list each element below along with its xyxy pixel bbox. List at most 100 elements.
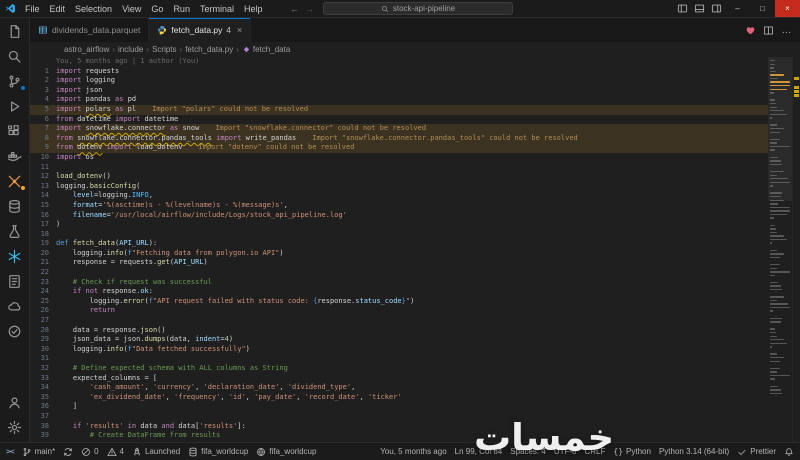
maximize-button[interactable]: □ xyxy=(750,0,775,17)
remote-icon: >< xyxy=(6,447,15,456)
python-interpreter[interactable]: Python 3.14 (64-bit) xyxy=(655,443,733,460)
status-label: Ln 99, Col 64 xyxy=(454,447,503,456)
code-line-38: 38 if 'results' in data and data['result… xyxy=(30,422,768,432)
launch-status[interactable]: Launched xyxy=(128,443,184,460)
breadcrumb: astro_airflow › include › Scripts › fetch_data… xyxy=(30,42,800,57)
code-text: from datetime import datetime xyxy=(56,114,179,123)
menu-selection[interactable]: Selection xyxy=(70,0,117,17)
minimize-button[interactable]: – xyxy=(725,0,750,17)
menu-help[interactable]: Help xyxy=(239,0,268,17)
code-line-5: 5 import polars as pl Import "polars" coul… xyxy=(30,104,768,115)
blame-status[interactable]: You, 5 months ago xyxy=(376,443,450,460)
problems-warnings[interactable]: 4 xyxy=(103,443,128,460)
problems-errors[interactable]: 0 xyxy=(77,443,102,460)
database-icon xyxy=(7,199,22,214)
toggle-panel-button[interactable] xyxy=(691,0,708,17)
notifications-bell[interactable] xyxy=(780,443,798,460)
activity-gear[interactable] xyxy=(0,415,30,440)
activity-cloud[interactable] xyxy=(0,294,30,319)
status-label: 0 xyxy=(94,447,99,456)
menu-go[interactable]: Go xyxy=(146,0,168,17)
code-line-33: 33 expected_columns = [ xyxy=(30,374,768,384)
indentation[interactable]: Spaces: 4 xyxy=(506,443,550,460)
code-editor[interactable]: You, 5 months ago | 1 author (You) 1 impor… xyxy=(30,57,768,442)
status-label: main* xyxy=(34,447,56,456)
line-number: 21 xyxy=(40,258,49,267)
toggle-secondary-sidebar-button[interactable] xyxy=(708,0,725,17)
search-icon xyxy=(381,5,389,13)
nav-back-icon[interactable]: ← xyxy=(287,4,302,14)
activity-airflow[interactable] xyxy=(0,169,30,194)
breadcrumb-item-Scripts[interactable]: Scripts xyxy=(152,45,176,54)
command-center[interactable]: stock-api-pipeline xyxy=(323,2,513,15)
line-number: 17 xyxy=(40,220,49,229)
minimap[interactable] xyxy=(768,57,792,442)
line-number: 27 xyxy=(40,316,49,325)
activity-badge xyxy=(19,185,26,191)
code-text: format='%(asctime)s - %(levelname)s - %(… xyxy=(72,200,288,209)
activity-notebook[interactable] xyxy=(0,269,30,294)
more-actions[interactable]: … xyxy=(778,22,795,39)
menu-run[interactable]: Run xyxy=(168,0,195,17)
activity-todo[interactable] xyxy=(0,319,30,344)
encoding[interactable]: UTF-8 xyxy=(550,443,581,460)
activity-docker[interactable] xyxy=(0,144,30,169)
activity-beaker[interactable] xyxy=(0,219,30,244)
code-text: import logging xyxy=(56,76,116,85)
code-text: import polars as pl Import "polars" could… xyxy=(56,104,309,113)
eol[interactable]: CRLF xyxy=(581,443,610,460)
layout-left-icon xyxy=(677,3,688,14)
code-text: load_dotenv() xyxy=(56,172,111,181)
tab-problems-badge: 4 xyxy=(226,25,231,35)
db-connection[interactable]: fifa_worldcup xyxy=(184,443,252,460)
menu-view[interactable]: View xyxy=(117,0,146,17)
remote-indicator[interactable]: >< xyxy=(2,443,18,460)
database-icon xyxy=(188,447,198,457)
breadcrumb-label: Scripts xyxy=(152,45,177,54)
toggle-sidebar-button[interactable] xyxy=(674,0,691,17)
activity-scm[interactable] xyxy=(0,69,30,94)
git-sync[interactable] xyxy=(59,443,77,460)
formatter-status[interactable]: Prettier xyxy=(733,443,780,460)
close-button[interactable]: × xyxy=(775,0,800,17)
menu-file[interactable]: File xyxy=(20,0,45,17)
activity-snowflake[interactable] xyxy=(0,244,30,269)
breadcrumb-item-fetch_data[interactable]: fetch_data xyxy=(242,45,290,54)
activity-extensions[interactable] xyxy=(0,119,30,144)
overview-ruler xyxy=(792,57,800,442)
cursor-position[interactable]: Ln 99, Col 64 xyxy=(451,443,507,460)
activity-debug[interactable] xyxy=(0,94,30,119)
activity-database[interactable] xyxy=(0,194,30,219)
breadcrumb-item-include[interactable]: include xyxy=(118,45,143,54)
menu-edit[interactable]: Edit xyxy=(45,0,71,17)
activity-explorer[interactable] xyxy=(0,19,30,44)
bell-icon xyxy=(784,447,794,457)
extensions-icon xyxy=(7,124,22,139)
line-number: 35 xyxy=(40,392,49,401)
breadcrumb-item-astro_airflow[interactable]: astro_airflow xyxy=(64,45,109,54)
globe-icon xyxy=(256,447,266,457)
breadcrumb-item-fetch_data.py[interactable]: fetch_data.py xyxy=(185,45,233,54)
menu-terminal[interactable]: Terminal xyxy=(195,0,239,17)
line-number: 31 xyxy=(40,354,49,363)
close-tab-icon[interactable]: × xyxy=(237,25,242,35)
status-label: Launched xyxy=(145,447,181,456)
split-editor-action[interactable] xyxy=(760,22,777,39)
activity-search[interactable] xyxy=(0,44,30,69)
code-line-37: 37 xyxy=(30,412,768,422)
nav-forward-icon[interactable]: → xyxy=(302,4,317,14)
line-number: 26 xyxy=(40,306,49,315)
tab-dividends_data.parquet[interactable]: dividends_data.parquet xyxy=(30,18,150,42)
git-branch[interactable]: main* xyxy=(18,443,59,460)
language-mode[interactable]: {} Python xyxy=(609,443,655,460)
tab-fetch_data.py[interactable]: fetch_data.py 4 × xyxy=(149,18,252,42)
activity-accounts[interactable] xyxy=(0,390,30,415)
code-line-21: 21 response = requests.get(API_URL) xyxy=(30,258,768,268)
heart-action[interactable] xyxy=(742,22,759,39)
beaker-icon xyxy=(7,224,22,239)
project-status[interactable]: fifa_worldcup xyxy=(252,443,320,460)
